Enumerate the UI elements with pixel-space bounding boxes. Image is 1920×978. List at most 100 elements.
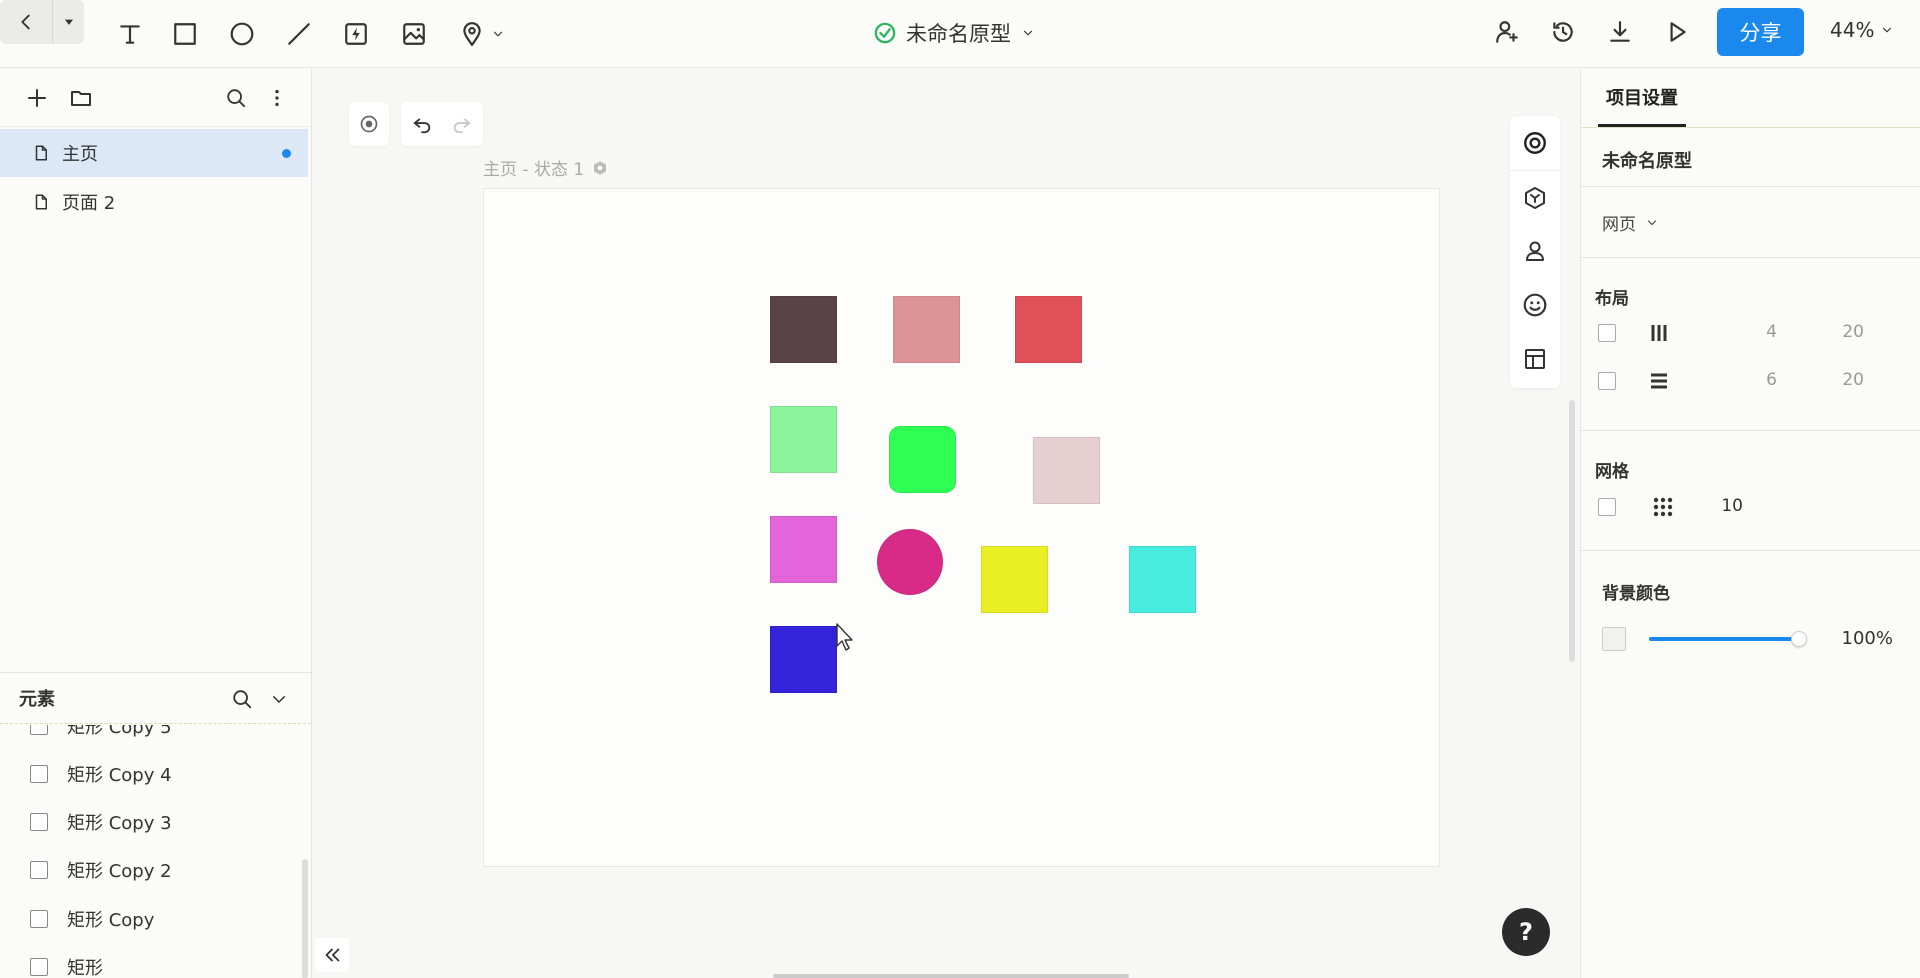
line-tool-button[interactable] [279, 14, 319, 54]
focus-button[interactable] [359, 114, 379, 134]
user-button[interactable] [1510, 224, 1560, 278]
canvas-rectangle[interactable] [770, 296, 837, 363]
download-button[interactable] [1600, 12, 1640, 52]
ellipse-tool-button[interactable] [222, 14, 262, 54]
page-item-page-2[interactable]: 页面 2 [0, 178, 308, 226]
canvas-rectangle[interactable] [770, 406, 837, 473]
search-pages-button[interactable] [221, 83, 251, 113]
layout-template-icon [1525, 349, 1545, 369]
emoji-button[interactable] [1510, 278, 1560, 332]
layout-heading: 布局 [1595, 289, 1629, 309]
history-button[interactable] [1543, 12, 1583, 52]
layout-template-button[interactable] [1510, 332, 1560, 386]
image-tool-button[interactable] [394, 14, 434, 54]
help-button[interactable]: ? [1502, 908, 1550, 956]
canvas-rectangle[interactable] [893, 296, 960, 363]
canvas-rectangle[interactable] [981, 546, 1048, 613]
canvas-rectangle[interactable] [1033, 437, 1100, 504]
map-pin-tool-button[interactable] [452, 14, 512, 54]
collapse-elements-button[interactable] [264, 684, 294, 714]
layer-checkbox[interactable] [30, 861, 48, 879]
chevron-down-icon [1883, 27, 1892, 33]
layer-checkbox[interactable] [30, 765, 48, 783]
elements-list: 矩形 Copy 5 矩形 Copy 4 矩形 Copy 3 矩形 Copy 2 … [0, 725, 300, 978]
search-elements-button[interactable] [227, 684, 257, 714]
back-menu-button[interactable] [52, 0, 84, 44]
double-chevron-left-icon [325, 948, 340, 962]
background-color-swatch[interactable] [1602, 627, 1626, 651]
pages-more-button[interactable] [262, 83, 292, 113]
target-icon [360, 115, 378, 133]
add-page-button[interactable] [22, 83, 52, 113]
canvas-rectangle[interactable] [1015, 296, 1082, 363]
page-icon [35, 145, 47, 161]
rectangle-tool-button[interactable] [165, 14, 205, 54]
page-item-label: 页面 2 [62, 193, 116, 214]
layer-checkbox[interactable] [30, 958, 48, 976]
grid-checkbox[interactable] [1598, 498, 1616, 516]
hotspot-tool-button[interactable] [336, 14, 376, 54]
layout-rows-checkbox[interactable] [1598, 372, 1616, 390]
layer-item[interactable]: 矩形 Copy [30, 906, 154, 932]
page-item-home[interactable]: 主页 [0, 129, 308, 177]
canvas-vertical-scrollbar[interactable] [1569, 400, 1575, 662]
canvas-rectangle[interactable] [770, 516, 837, 583]
share-button[interactable]: 分享 [1717, 8, 1804, 56]
layer-checkbox[interactable] [30, 813, 48, 831]
artboard[interactable] [483, 188, 1440, 867]
tab-project-settings[interactable]: 项目设置 [1598, 69, 1686, 127]
layout-columns-checkbox[interactable] [1598, 324, 1616, 342]
row-height[interactable]: 144 [1893, 370, 1920, 390]
canvas-circle[interactable] [877, 529, 943, 595]
text-icon [120, 25, 140, 44]
row-count[interactable]: 6 [1717, 370, 1777, 390]
target-tool-button[interactable] [1510, 116, 1560, 170]
project-title-dropdown[interactable]: 未命名原型 [874, 16, 1035, 50]
column-width[interactable]: 335 [1893, 322, 1920, 342]
undo-button[interactable] [411, 113, 433, 135]
layer-item[interactable]: 矩形 [30, 954, 103, 978]
collapse-panel-button[interactable] [315, 938, 349, 972]
right-panel: 项目设置 未命名原型 网页 布局 4 20 335 6 20 144 网格 10… [1580, 69, 1920, 978]
layer-item[interactable]: 矩形 Copy 4 [30, 761, 172, 787]
back-button[interactable] [0, 0, 52, 44]
grid-size[interactable]: 10 [1683, 496, 1743, 516]
add-folder-button[interactable] [66, 83, 96, 113]
rows-icon [1651, 373, 1667, 389]
elements-scrollbar[interactable] [302, 859, 308, 978]
play-icon [1670, 22, 1686, 42]
undo-icon [413, 118, 431, 134]
zoom-dropdown[interactable]: 44% [1830, 18, 1894, 42]
canvas-rounded-rectangle[interactable] [889, 426, 956, 493]
rectangle-icon [174, 23, 196, 45]
undo-redo-box [401, 102, 483, 146]
layer-item[interactable]: 矩形 Copy 2 [30, 857, 172, 883]
project-name[interactable]: 未命名原型 [1602, 147, 1692, 173]
row-gutter[interactable]: 20 [1804, 370, 1864, 390]
canvas-rectangle[interactable] [1129, 546, 1196, 613]
column-count[interactable]: 4 [1717, 322, 1777, 342]
page-type-dropdown[interactable]: 网页 [1602, 210, 1658, 235]
background-opacity-slider[interactable] [1649, 631, 1807, 647]
page-item-label: 主页 [62, 144, 98, 165]
chevron-down-icon [1648, 220, 1656, 225]
chevron-left-icon [21, 14, 30, 30]
left-panel: 主页 页面 2 元素 矩形 Copy 5 矩形 Copy 4 矩形 Copy 3 [0, 69, 312, 978]
column-gutter[interactable]: 20 [1804, 322, 1864, 342]
background-opacity-value[interactable]: 100% [1833, 628, 1893, 649]
artboard-label[interactable]: 主页 - 状态 1 [483, 155, 608, 180]
canvas-horizontal-scrollbar[interactable] [773, 974, 1129, 978]
slider-handle[interactable] [1791, 631, 1807, 647]
redo-button[interactable] [451, 113, 473, 135]
preview-play-button[interactable] [1657, 12, 1697, 52]
text-tool-button[interactable] [110, 14, 150, 54]
canvas-rectangle[interactable] [770, 626, 837, 693]
components-button[interactable] [1510, 170, 1560, 224]
layer-checkbox[interactable] [30, 725, 48, 735]
layer-label: 矩形 [67, 958, 103, 978]
layer-item[interactable]: 矩形 Copy 3 [30, 809, 172, 835]
layer-checkbox[interactable] [30, 910, 48, 928]
layer-item[interactable]: 矩形 Copy 5 [30, 725, 172, 739]
page-icon [35, 194, 47, 210]
invite-collaborator-button[interactable] [1487, 12, 1527, 52]
